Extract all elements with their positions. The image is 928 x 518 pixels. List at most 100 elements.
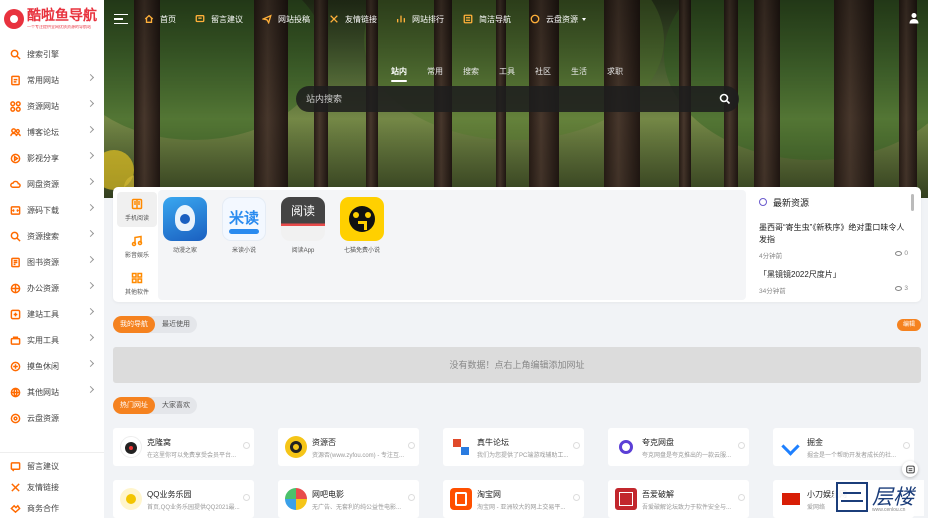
- disk-icon: [9, 412, 21, 424]
- sidebar-item-source-code[interactable]: 源码下载: [0, 197, 104, 223]
- app-grid: 动漫之家 米读 米读小说 阅读 阅读App 七猫免费小说: [158, 190, 746, 300]
- search-tab[interactable]: 站内: [391, 66, 407, 82]
- app-item[interactable]: 动漫之家: [160, 197, 210, 254]
- search-icon: [9, 48, 21, 60]
- tab-my-nav[interactable]: 我的导航: [113, 316, 155, 333]
- app-item[interactable]: 米读 米读小说: [219, 197, 269, 254]
- menu-toggle-button[interactable]: [114, 11, 128, 28]
- search-tab[interactable]: 工具: [499, 66, 515, 77]
- sidebar-item-netdisk[interactable]: 网盘资源: [0, 171, 104, 197]
- logo[interactable]: 酷啦鱼导航 一个专注提供全网优质资源的导航站: [0, 0, 104, 38]
- site-card[interactable]: 真牛论坛 我们为您提供了PC端游戏辅助工...: [443, 428, 584, 466]
- site-card[interactable]: 吾爱破解 吾爱破解论坛致力于软件安全与...: [608, 480, 749, 518]
- sidebar-item-site-tools[interactable]: 建站工具: [0, 301, 104, 327]
- sidebar-item-utilities[interactable]: 实用工具: [0, 327, 104, 353]
- circle-icon: [759, 198, 767, 206]
- sidebar-nav: 搜索引擎 常用网站 资源网站 博客论坛 影视分享 网盘资源 源码下载 资源搜索 …: [0, 41, 104, 431]
- search-tab[interactable]: 社区: [535, 66, 551, 77]
- site-card[interactable]: 掘金 掘金是一个帮助开发者成长的社...: [773, 428, 914, 466]
- info-icon[interactable]: [738, 442, 745, 449]
- chevron-right-icon: [86, 177, 95, 186]
- info-icon[interactable]: [408, 442, 415, 449]
- app-category-other[interactable]: 其他软件: [117, 266, 157, 301]
- watermark-logo-icon: [836, 482, 868, 512]
- message-icon: [9, 461, 21, 473]
- topnav-label: 简洁导航: [479, 14, 511, 24]
- sidebar-item-label: 资源网站: [27, 101, 59, 111]
- floating-menu-button[interactable]: [902, 461, 918, 477]
- search-tab[interactable]: 求职: [607, 66, 623, 77]
- sidebar-item-leisure[interactable]: 摸鱼休闲: [0, 353, 104, 379]
- briefcase-icon: [9, 282, 21, 294]
- info-icon[interactable]: [903, 442, 910, 449]
- sidebar-item-common-sites[interactable]: 常用网站: [0, 67, 104, 93]
- site-card[interactable]: 夸克网盘 夸克网盘是夸克推出的一款云服...: [608, 428, 749, 466]
- search-tab[interactable]: 常用: [427, 66, 443, 77]
- search-tab[interactable]: 生活: [571, 66, 587, 77]
- site-card[interactable]: 资源否 资源否(www.zyfou.com) - 专注互...: [278, 428, 419, 466]
- site-card[interactable]: 网吧电影 无广告、无套利的纯公益性电影...: [278, 480, 419, 518]
- site-title: 淘宝网: [477, 490, 501, 499]
- search-icon: [9, 230, 21, 242]
- sidebar-item-blogs[interactable]: 博客论坛: [0, 119, 104, 145]
- info-icon[interactable]: [243, 442, 250, 449]
- topnav-feedback[interactable]: 留言建议: [195, 14, 243, 25]
- apps-card: 手机阅读 影音娱乐 其他软件 动漫之家 米读 米读小说 阅读 阅读App 七猫免…: [113, 187, 921, 302]
- sidebar-item-resource-search[interactable]: 资源搜索: [0, 223, 104, 249]
- topnav-submit[interactable]: 网站投稿: [262, 14, 310, 25]
- kelongwo-icon: [120, 436, 142, 458]
- app-item[interactable]: 阅读 阅读App: [278, 197, 328, 254]
- list-icon: [463, 14, 473, 24]
- tab-hot-sites[interactable]: 热门网址: [113, 397, 155, 414]
- edit-button[interactable]: 编辑: [897, 319, 921, 331]
- sidebar-item-label: 搜索引擎: [27, 49, 59, 59]
- app-category-media[interactable]: 影音娱乐: [117, 229, 157, 264]
- sidebar-item-other-sites[interactable]: 其他网站: [0, 379, 104, 405]
- news-time: 34分钟前: [759, 288, 786, 295]
- my-nav-tabs: 我的导航 最近使用: [113, 316, 197, 333]
- sidebar-item-videos[interactable]: 影视分享: [0, 145, 104, 171]
- topnav-links[interactable]: 友情链接: [329, 14, 377, 25]
- tab-recent[interactable]: 最近使用: [155, 316, 197, 333]
- toolbox-icon: [9, 334, 21, 346]
- app-item[interactable]: 七猫免费小说: [337, 197, 387, 254]
- taobao-icon: [450, 488, 472, 510]
- link-icon: [330, 15, 338, 23]
- news-item[interactable]: 墨西哥“寄生虫”《新秩序》绝对重口味令人发指 4分钟前 0: [751, 222, 916, 260]
- news-item[interactable]: 「黑镜镜2022尺度片」 34分钟前 3: [751, 269, 916, 295]
- news-scrollbar[interactable]: [911, 194, 914, 211]
- site-title: 吾爱破解: [642, 490, 674, 499]
- sidebar-item-office[interactable]: 办公资源: [0, 275, 104, 301]
- app-category-label: 影音娱乐: [124, 252, 149, 259]
- sidebar-item-resource-sites[interactable]: 资源网站: [0, 93, 104, 119]
- user-icon[interactable]: [908, 12, 920, 24]
- site-card[interactable]: 淘宝网 淘宝网 - 亚洲较大的网上交易平...: [443, 480, 584, 518]
- sidebar-item-cloud-disk[interactable]: 云盘资源: [0, 405, 104, 431]
- quark-icon: [615, 436, 637, 458]
- topnav-label: 网站投稿: [278, 14, 310, 24]
- sidebar-item-search-engines[interactable]: 搜索引擎: [0, 41, 104, 67]
- topnav-simple[interactable]: 简洁导航: [463, 14, 511, 25]
- site-card[interactable]: 克隆窝 在这里你可以免费享受会员平台...: [113, 428, 254, 466]
- search-input[interactable]: [306, 94, 719, 104]
- info-icon[interactable]: [573, 494, 580, 501]
- sidebar-item-feedback[interactable]: 留言建议: [0, 456, 104, 477]
- info-icon[interactable]: [738, 494, 745, 501]
- sidebar-item-friend-links[interactable]: 友情链接: [0, 477, 104, 498]
- info-icon[interactable]: [408, 494, 415, 501]
- info-icon[interactable]: [243, 494, 250, 501]
- search-icon[interactable]: [719, 93, 731, 105]
- app-category-reading[interactable]: 手机阅读: [117, 192, 157, 227]
- topnav-home[interactable]: 首页: [144, 14, 176, 25]
- site-title: 克隆窝: [147, 438, 171, 447]
- sidebar-item-books[interactable]: 图书资源: [0, 249, 104, 275]
- topnav-ranking[interactable]: 网站排行: [396, 14, 444, 25]
- tab-popular[interactable]: 大家喜欢: [155, 397, 197, 414]
- info-icon[interactable]: [573, 442, 580, 449]
- search-tab[interactable]: 搜索: [463, 66, 479, 77]
- site-desc: 我们为您提供了PC端游戏辅助工...: [477, 453, 569, 459]
- sidebar-item-business[interactable]: 商务合作: [0, 498, 104, 518]
- site-card[interactable]: QQ业务乐园 首页,QQ业务乐园提供QQ2021最...: [113, 480, 254, 518]
- topnav-cloud[interactable]: 云盘资源: [530, 14, 586, 25]
- sidebar-item-label: 博客论坛: [27, 127, 59, 137]
